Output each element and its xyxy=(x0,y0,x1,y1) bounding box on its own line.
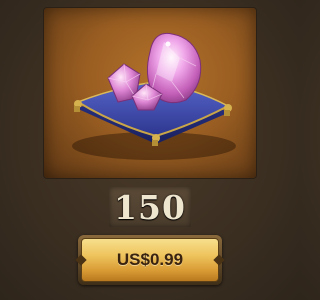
item-quantity: 150 xyxy=(114,187,186,227)
item-art[interactable] xyxy=(44,8,256,178)
store-item-card: 150 US$0.99 xyxy=(0,0,300,300)
buy-button[interactable]: US$0.99 xyxy=(78,235,222,285)
quantity-plate: 150 xyxy=(109,187,191,227)
price-label: US$0.99 xyxy=(116,250,184,269)
gem-pile-on-cushion-icon xyxy=(72,32,236,160)
buy-button-face: US$0.99 xyxy=(81,238,219,282)
